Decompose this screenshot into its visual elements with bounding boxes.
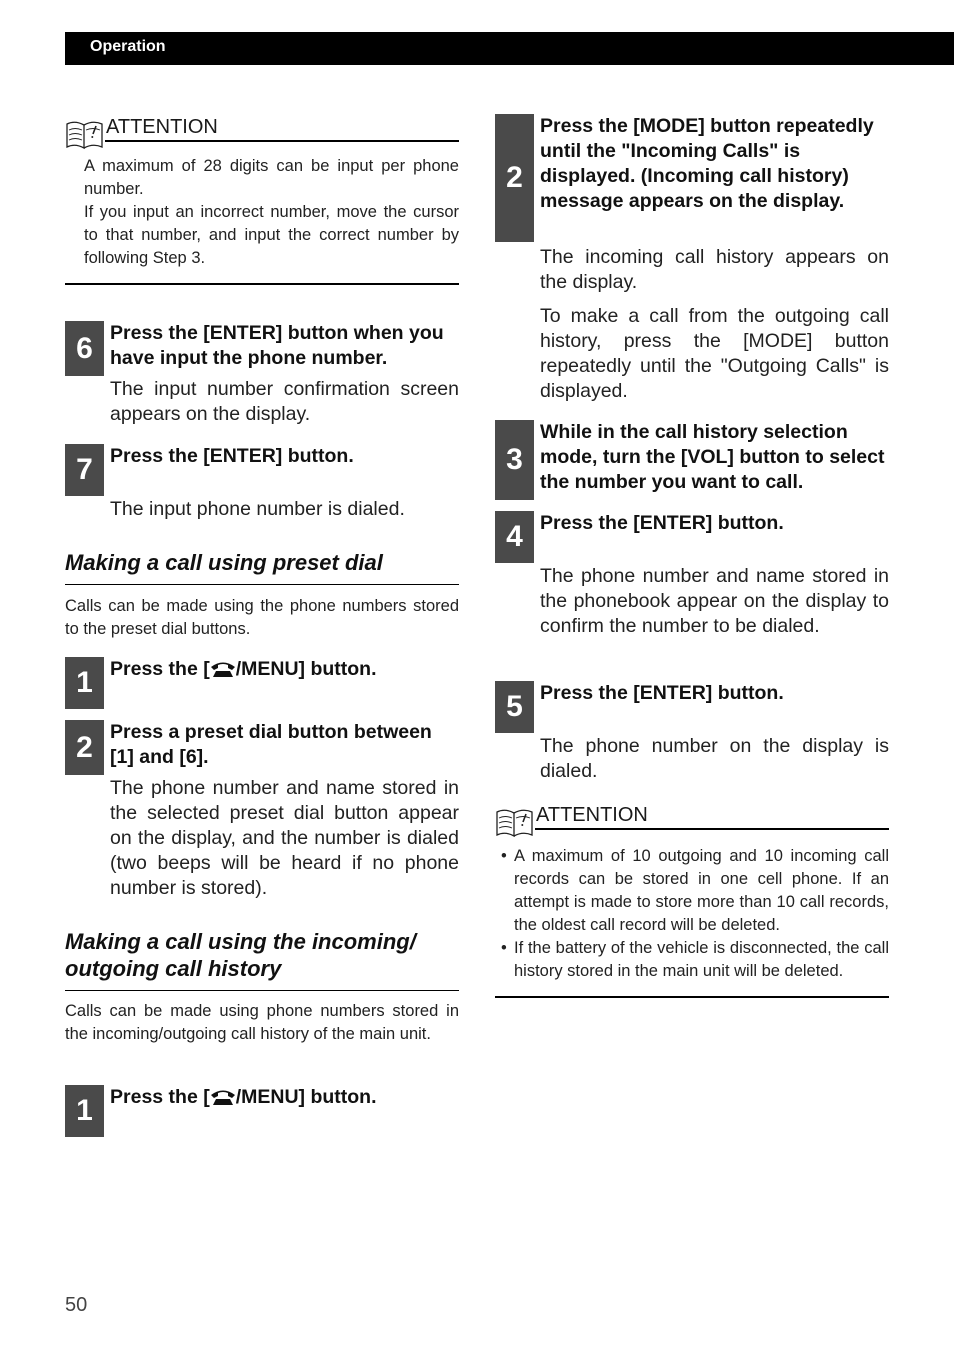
step-title-prefix: Press the [ <box>110 658 210 680</box>
attention-rule <box>535 828 889 830</box>
step-body: The phone number and name stored in the … <box>110 777 459 899</box>
step-title: Press the [MODE] button repeatedly until… <box>540 115 874 212</box>
attention-bullet-list: A maximum of 10 outgoing and 10 incoming… <box>495 845 889 983</box>
step-title: Press the [ENTER] button. <box>540 512 784 534</box>
step-body: The incoming call history appears on the… <box>540 245 889 413</box>
step-number-badge: 4 <box>495 511 534 563</box>
attention-box-call-records: ATTENTION A maximum of 10 outgoing and 1… <box>495 804 889 998</box>
step-title: Press the [ /MENU] button. <box>110 1085 459 1110</box>
attention-title: ATTENTION <box>536 804 648 826</box>
step-number-badge: 1 <box>65 1085 104 1137</box>
step-title: Press the [ENTER] button when you have i… <box>110 322 444 369</box>
step-number-badge: 7 <box>65 444 104 496</box>
step-number-badge: 2 <box>65 720 104 775</box>
attention-text: A maximum of 28 digits can be input per … <box>84 157 459 198</box>
step-title-prefix: Press the [ <box>110 1086 210 1108</box>
section-header-bar: Operation <box>65 32 954 65</box>
book-attention-icon <box>496 809 533 838</box>
step-title: Press a preset dial button between [1] a… <box>110 721 432 768</box>
step-title: Press the [ENTER] button. <box>540 682 784 704</box>
step-number-badge: 5 <box>495 681 534 733</box>
step-body-paragraph: The incoming call history appears on the… <box>540 246 889 293</box>
step-number-badge: 1 <box>65 657 104 709</box>
step-number-badge: 6 <box>65 321 104 376</box>
phone-handset-icon <box>210 1090 235 1105</box>
book-attention-icon <box>66 121 103 150</box>
attention-bullet: If the battery of the vehicle is disconn… <box>495 937 889 983</box>
step-body: The phone number on the display is diale… <box>540 735 889 782</box>
step-body: The phone number and name stored in the … <box>540 565 889 637</box>
attention-box-digits: ATTENTION A maximum of 28 digits can be … <box>65 116 459 285</box>
attention-bottom-rule <box>495 996 889 998</box>
section-rule <box>65 990 459 991</box>
attention-bullet: A maximum of 10 outgoing and 10 incoming… <box>495 845 889 937</box>
phone-handset-icon <box>210 662 235 677</box>
step-body: The input number confirmation screen app… <box>110 378 459 425</box>
section-intro: Calls can be made using phone numbers st… <box>65 1002 459 1043</box>
step-number-badge: 3 <box>495 420 534 500</box>
attention-rule <box>105 140 459 142</box>
step-title: While in the call history selection mode… <box>540 421 885 493</box>
section-rule <box>65 584 459 585</box>
attention-bottom-rule <box>65 283 459 285</box>
step-title: Press the [ENTER] button. <box>110 445 354 467</box>
section-title-call-history: Making a call using the incoming/ outgoi… <box>65 929 416 981</box>
section-intro: Calls can be made using the phone number… <box>65 597 459 638</box>
step-title: Press the [ /MENU] button. <box>110 657 459 682</box>
section-title-preset-dial: Making a call using preset dial <box>65 550 383 575</box>
step-title-suffix: /MENU] button. <box>235 1086 377 1108</box>
attention-text: If you input an incorrect number, move t… <box>84 203 459 267</box>
page-number: 50 <box>65 1294 88 1316</box>
step-title-suffix: /MENU] button. <box>235 658 377 680</box>
step-body-paragraph: To make a call from the outgoing call hi… <box>540 305 889 402</box>
attention-title: ATTENTION <box>106 116 218 138</box>
section-label: Operation <box>90 38 166 55</box>
step-number-badge: 2 <box>495 114 534 242</box>
step-body: The input phone number is dialed. <box>110 498 405 520</box>
